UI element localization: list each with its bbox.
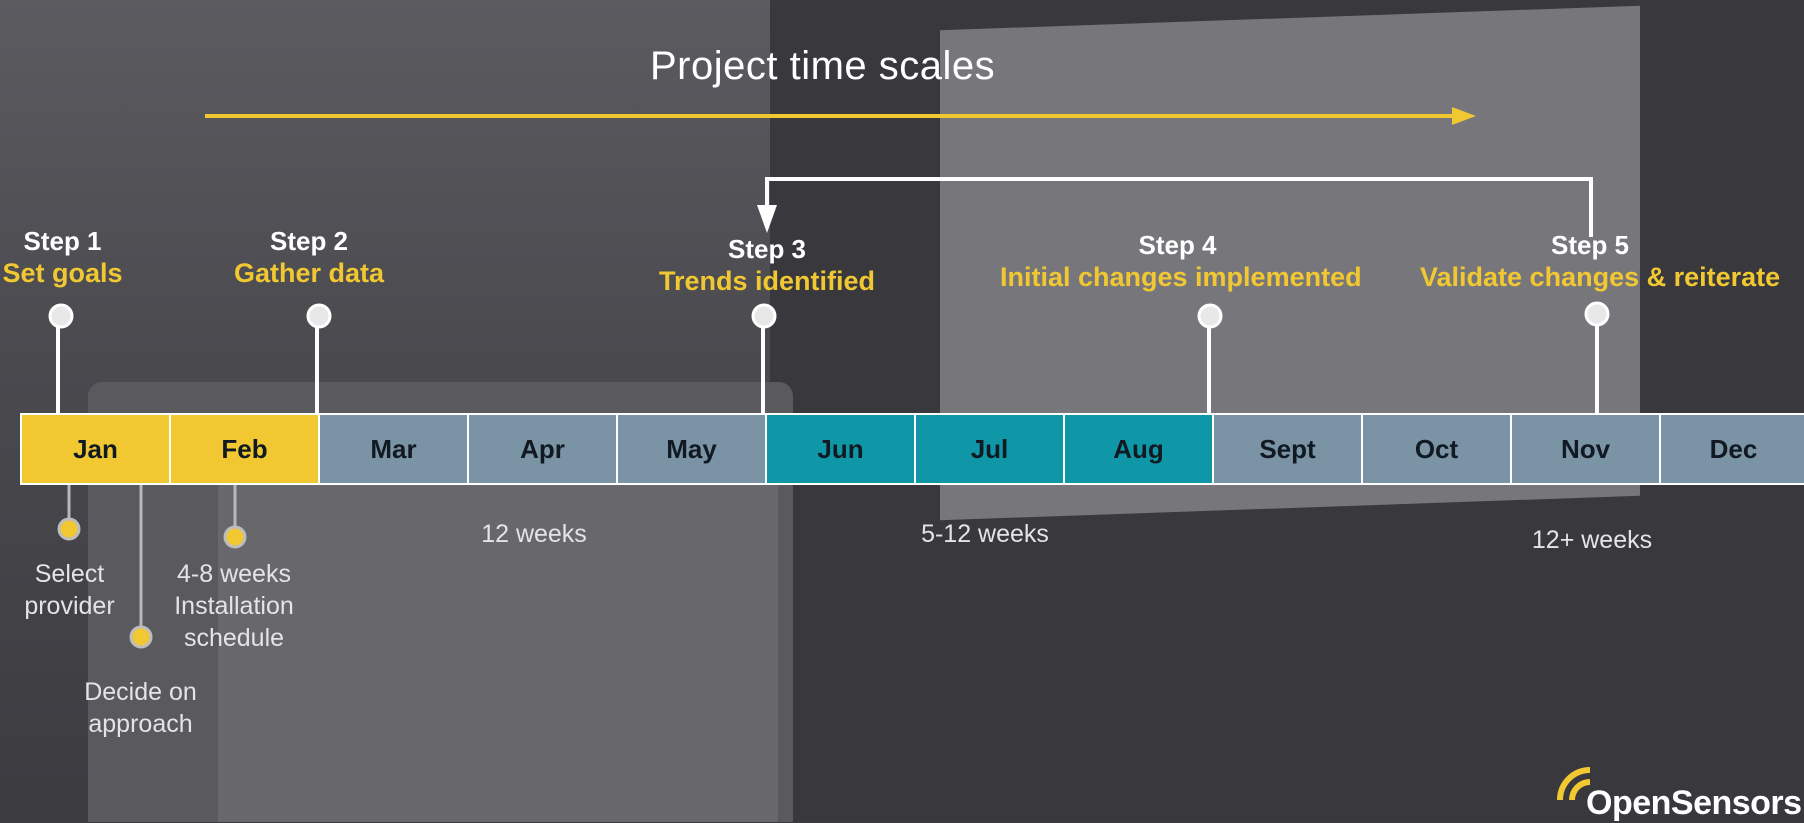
step3-marker bbox=[751, 303, 777, 329]
step2-subtitle: Gather data bbox=[233, 258, 385, 288]
duration-12-weeks: 12 weeks bbox=[481, 520, 587, 548]
select-provider-note: Select provider bbox=[24, 560, 115, 620]
installation-marker bbox=[223, 525, 247, 549]
month-jun: Jun bbox=[765, 413, 914, 485]
step1-marker bbox=[48, 303, 74, 329]
month-mar: Mar bbox=[318, 413, 467, 485]
duration-5-12-weeks: 5-12 weeks bbox=[921, 520, 1049, 548]
step3-subtitle: Trends identified bbox=[658, 266, 876, 296]
step2-marker bbox=[306, 303, 332, 329]
time-arrow-head bbox=[1452, 107, 1476, 125]
step3-title: Step 3 bbox=[727, 234, 807, 264]
select-provider-marker bbox=[57, 517, 81, 541]
step1-subtitle: Set goals bbox=[2, 258, 123, 288]
month-nov: Nov bbox=[1510, 413, 1659, 485]
step2-title: Step 2 bbox=[269, 226, 349, 256]
step5-marker bbox=[1584, 301, 1610, 327]
logo: OpenSensors bbox=[1586, 784, 1802, 822]
installation-note: 4-8 weeks Installation schedule bbox=[174, 560, 294, 652]
month-aug: Aug bbox=[1063, 413, 1212, 485]
step5-subtitle: Validate changes & reiterate bbox=[1420, 262, 1781, 292]
month-oct: Oct bbox=[1361, 413, 1510, 485]
month-sept: Sept bbox=[1212, 413, 1361, 485]
step5-title: Step 5 bbox=[1550, 230, 1630, 260]
duration-12plus-weeks: 12+ weeks bbox=[1531, 526, 1653, 554]
step4-marker bbox=[1197, 303, 1223, 329]
step4-title: Step 4 bbox=[1138, 230, 1217, 260]
month-may: May bbox=[616, 413, 765, 485]
month-jan: Jan bbox=[20, 413, 169, 485]
timeline-diagram: Project time scales Step 1 Set goals Ste… bbox=[0, 0, 1804, 822]
month-dec: Dec bbox=[1659, 413, 1804, 485]
month-jul: Jul bbox=[914, 413, 1063, 485]
reiterate-arrow-head bbox=[757, 205, 777, 233]
decide-marker bbox=[129, 625, 153, 649]
reiterate-loop-line bbox=[765, 177, 1593, 237]
month-apr: Apr bbox=[467, 413, 616, 485]
month-feb: Feb bbox=[169, 413, 318, 485]
step4-subtitle: Initial changes implemented bbox=[1000, 262, 1362, 292]
connector-graphics bbox=[48, 107, 1610, 801]
step1-title: Step 1 bbox=[23, 226, 102, 256]
decide-note: Decide on approach bbox=[84, 678, 197, 738]
